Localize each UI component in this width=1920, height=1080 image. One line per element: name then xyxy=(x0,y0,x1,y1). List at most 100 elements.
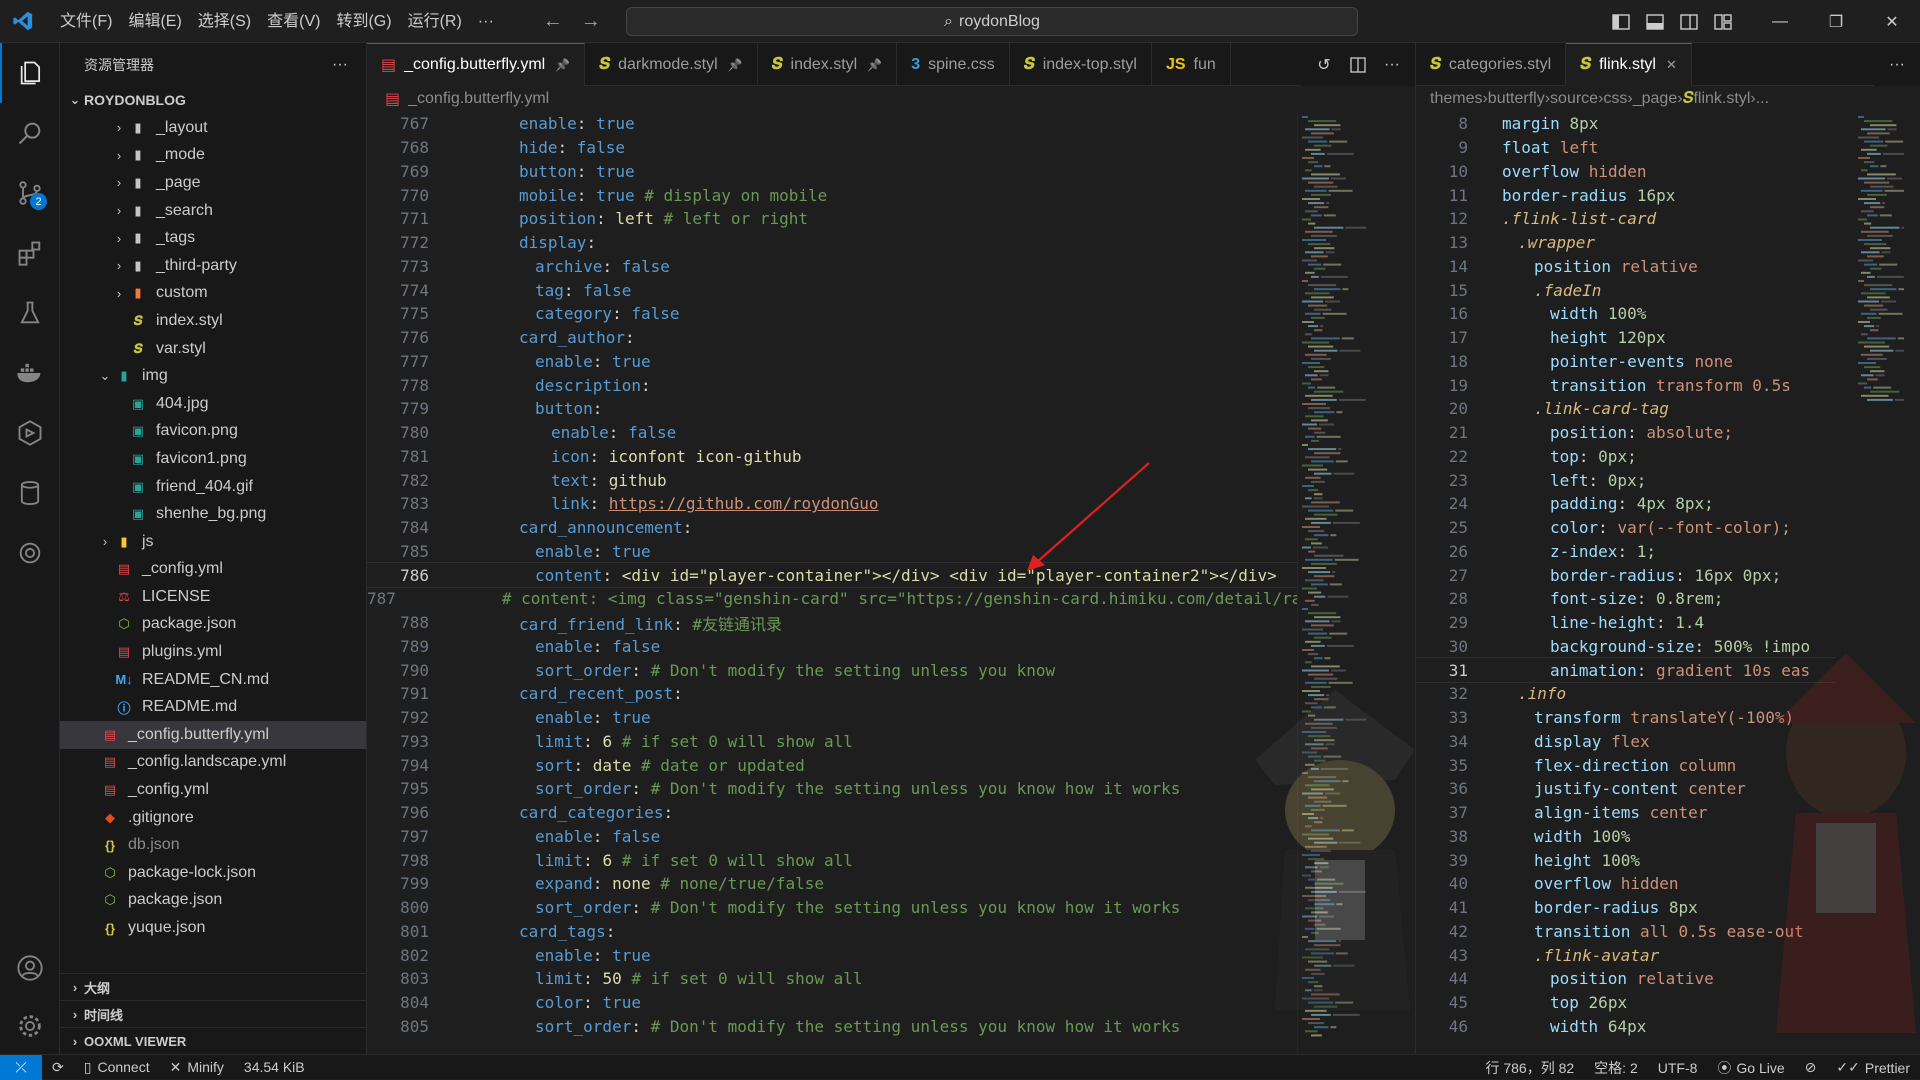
go-live-button[interactable]: ⦿ Go Live xyxy=(1707,1058,1794,1078)
breadcrumb-segment[interactable]: flink.styl xyxy=(1693,90,1750,108)
menu-item-2[interactable]: 选择(S) xyxy=(190,0,259,43)
tree-item-yuque-json[interactable]: {} yuque.json xyxy=(60,914,366,942)
section-timeline[interactable]: › 时间线 xyxy=(60,1000,367,1027)
breadcrumb-segment[interactable]: ... xyxy=(1756,90,1769,108)
tab-flink-styl[interactable]: 𝑺flink.styl ✕ xyxy=(1566,43,1692,86)
timeline-history-icon[interactable]: ↺ xyxy=(1309,50,1339,80)
tree-item--config-landscape-yml[interactable]: ▤ _config.landscape.yml xyxy=(60,749,366,777)
tab-categories-styl[interactable]: 𝑺categories.styl xyxy=(1416,43,1567,86)
breadcrumb-segment[interactable]: butterfly xyxy=(1488,90,1545,108)
pin-icon[interactable]: 📌 xyxy=(728,58,743,72)
breadcrumb-file[interactable]: _config.butterfly.yml xyxy=(408,90,549,108)
command-center-search[interactable]: ⌕ roydonBlog xyxy=(626,7,1358,36)
docker-icon[interactable] xyxy=(0,343,60,403)
encoding[interactable]: UTF-8 xyxy=(1648,1060,1708,1076)
menu-item-1[interactable]: 编辑(E) xyxy=(120,0,189,43)
account-icon[interactable] xyxy=(0,938,60,998)
notifications-off-icon[interactable]: ⊘ xyxy=(1795,1059,1827,1076)
tree-item-favicon-png[interactable]: ▣ favicon.png xyxy=(60,418,366,446)
tree-item-js[interactable]: › ▮ js xyxy=(60,528,366,556)
tree-item--gitignore[interactable]: ◆ .gitignore xyxy=(60,804,366,832)
tab-darkmode-styl[interactable]: 𝑺darkmode.styl 📌 xyxy=(585,43,758,86)
tree-item--layout[interactable]: › ▮ _layout xyxy=(60,114,366,142)
pin-icon[interactable]: 📌 xyxy=(867,58,882,72)
tree-item-README-md[interactable]: ⓘ README.md xyxy=(60,693,366,721)
chatgpt-icon[interactable] xyxy=(0,523,60,583)
prettier-button[interactable]: ✓✓ Prettier xyxy=(1826,1059,1920,1076)
search-icon[interactable] xyxy=(0,103,60,163)
split-editor-icon[interactable] xyxy=(1343,50,1373,80)
tree-item-db-json[interactable]: {} db.json xyxy=(60,831,366,859)
tree-item--page[interactable]: › ▮ _page xyxy=(60,169,366,197)
section-outline[interactable]: › 大纲 xyxy=(60,973,367,1000)
toggle-secondary-sidebar-icon[interactable] xyxy=(1674,7,1704,37)
forward-arrow-icon[interactable]: → xyxy=(576,10,606,33)
tab-index-top-styl[interactable]: 𝑺index-top.styl xyxy=(1010,43,1152,86)
menu-item-5[interactable]: 运行(R) xyxy=(400,0,470,43)
testing-flask-icon[interactable] xyxy=(0,283,60,343)
tree-item-shenhe-bg-png[interactable]: ▣ shenhe_bg.png xyxy=(60,500,366,528)
tree-item-package-lock-json[interactable]: ⬡ package-lock.json xyxy=(60,859,366,887)
tree-item-img[interactable]: ⌄ ▮ img xyxy=(60,362,366,390)
tree-item-plugins-yml[interactable]: ▤ plugins.yml xyxy=(60,638,366,666)
toggle-primary-sidebar-icon[interactable] xyxy=(1606,7,1636,37)
toggle-panel-icon[interactable] xyxy=(1640,7,1670,37)
customize-layout-icon[interactable] xyxy=(1708,7,1738,37)
explorer-more-button[interactable]: ··· xyxy=(332,56,348,74)
tree-item-index-styl[interactable]: 𝑺index.styl xyxy=(60,307,366,335)
tree-item--config-yml[interactable]: ▤ _config.yml xyxy=(60,776,366,804)
extensions-icon[interactable] xyxy=(0,223,60,283)
minify-button[interactable]: ✕ Minify xyxy=(160,1059,234,1076)
section-ooxml-viewer[interactable]: › OOXML VIEWER xyxy=(60,1027,367,1054)
breadcrumb-segment[interactable]: css xyxy=(1603,90,1627,108)
breadcrumb-segment[interactable]: themes xyxy=(1430,90,1482,108)
tree-item-var-styl[interactable]: 𝑺var.styl xyxy=(60,335,366,363)
tab-fun[interactable]: JS fun xyxy=(1152,43,1231,86)
database-icon[interactable] xyxy=(0,463,60,523)
tree-item--third-party[interactable]: › ▮ _third-party xyxy=(60,252,366,280)
indentation[interactable]: 空格: 2 xyxy=(1584,1058,1648,1078)
tree-item--tags[interactable]: › ▮ _tags xyxy=(60,224,366,252)
tab--config-butterfly-yml[interactable]: ▤ _config.butterfly.yml 📌 xyxy=(367,43,586,86)
yaml-value[interactable]: https://github.com/roydonGuo xyxy=(609,494,879,513)
tree-item-favicon1-png[interactable]: ▣ favicon1.png xyxy=(60,445,366,473)
code-editor-left[interactable]: 767 enable: true 768 hide: false 769 button: … xyxy=(367,112,1297,1043)
menu-item-0[interactable]: 文件(F) xyxy=(52,0,120,43)
close-tab-icon[interactable]: ✕ xyxy=(1666,57,1677,73)
tree-item-custom[interactable]: › ▮ custom xyxy=(60,280,366,308)
remote-indicator-icon[interactable]: ⤫ xyxy=(0,1054,42,1080)
pin-icon[interactable]: 📌 xyxy=(555,58,570,72)
more-actions-icon[interactable]: ··· xyxy=(1377,50,1407,80)
breadcrumb-segment[interactable]: _page xyxy=(1633,90,1678,108)
tree-item--search[interactable]: › ▮ _search xyxy=(60,197,366,225)
tree-item-LICENSE[interactable]: ⚖ LICENSE xyxy=(60,583,366,611)
tree-item--config-butterfly-yml[interactable]: ▤ _config.butterfly.yml xyxy=(60,721,366,749)
close-icon[interactable]: ✕ xyxy=(1864,0,1920,43)
more-actions-icon[interactable]: ··· xyxy=(1882,50,1912,80)
settings-gear-icon[interactable] xyxy=(0,998,60,1054)
tree-item-package-json[interactable]: ⬡ package.json xyxy=(60,887,366,915)
tree-item-package-json[interactable]: ⬡ package.json xyxy=(60,611,366,639)
tree-item-friend-404-gif[interactable]: ▣ friend_404.gif xyxy=(60,473,366,501)
code-line: 803 limit: 50 # if set 0 will show all xyxy=(367,967,1297,991)
workspace-root[interactable]: ⌄ ROYDONBLOG xyxy=(60,86,366,114)
sync-icon[interactable]: ⟳ xyxy=(42,1059,74,1076)
tree-item-README-CN-md[interactable]: M↓ README_CN.md xyxy=(60,666,366,694)
remote-explorer-icon[interactable] xyxy=(0,403,60,463)
back-arrow-icon[interactable]: ← xyxy=(538,10,568,33)
tree-item--config-yml[interactable]: ▤ _config.yml xyxy=(60,556,366,584)
cursor-position[interactable]: 行 786，列 82 xyxy=(1475,1058,1584,1078)
menu-item-6[interactable]: ··· xyxy=(470,0,502,43)
restore-icon[interactable]: ❐ xyxy=(1808,0,1864,43)
breadcrumb-segment[interactable]: source xyxy=(1550,90,1598,108)
tree-item-404-jpg[interactable]: ▣ 404.jpg xyxy=(60,390,366,418)
connect-button[interactable]: ▯ Connect xyxy=(74,1059,160,1076)
menu-item-4[interactable]: 转到(G) xyxy=(328,0,399,43)
tree-item--mode[interactable]: › ▮ _mode xyxy=(60,142,366,170)
tab-index-styl[interactable]: 𝑺index.styl 📌 xyxy=(758,43,898,86)
minimize-icon[interactable]: — xyxy=(1752,0,1808,43)
source-control-icon[interactable]: 2 xyxy=(0,163,60,223)
explorer-icon[interactable] xyxy=(0,43,60,103)
menu-item-3[interactable]: 查看(V) xyxy=(259,0,328,43)
tab-spine-css[interactable]: 3 spine.css xyxy=(897,43,1010,86)
